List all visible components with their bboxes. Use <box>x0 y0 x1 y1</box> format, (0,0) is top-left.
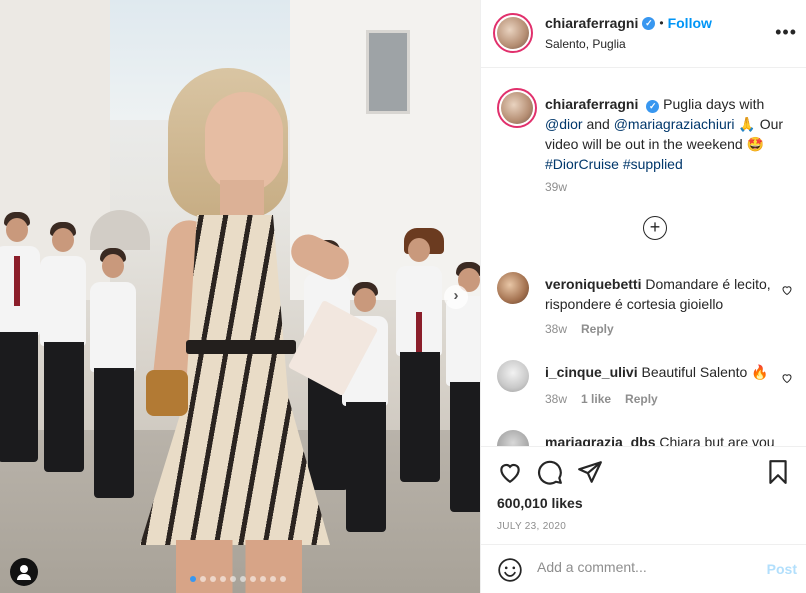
post-photo[interactable]: › <box>0 0 480 593</box>
tagged-users-icon[interactable] <box>10 558 38 586</box>
post-side-panel: chiaraferragni ✓ • Follow Salento, Pugli… <box>480 0 806 593</box>
carousel-dot[interactable] <box>280 576 286 582</box>
mention-link[interactable]: @mariagraziachiuri <box>614 116 735 132</box>
mention-link[interactable]: @dior <box>545 116 583 132</box>
comment-likes[interactable]: 1 like <box>581 392 611 406</box>
reply-button[interactable]: Reply <box>625 392 658 406</box>
caption-avatar[interactable] <box>497 88 537 128</box>
reply-button[interactable]: Reply <box>581 322 614 336</box>
plus-circle-icon[interactable]: + <box>643 216 667 240</box>
caption-timestamp[interactable]: 39w <box>545 180 567 194</box>
carousel-dot[interactable] <box>260 576 266 582</box>
comment-meta: 38w Reply <box>545 322 614 336</box>
woman-neck <box>220 180 264 220</box>
instagram-post: › chiaraferragni ✓ • Follow Salento, Pug… <box>0 0 806 593</box>
header-separator: • <box>659 16 664 30</box>
more-options-icon[interactable]: ••• <box>775 22 797 43</box>
share-icon[interactable] <box>577 459 603 485</box>
comment-heart-icon[interactable] <box>781 372 793 384</box>
carousel-dot[interactable] <box>270 576 276 582</box>
woman-legs <box>176 540 302 593</box>
carousel-dot[interactable] <box>200 576 206 582</box>
caption-text: chiaraferragni ✓ Puglia days with @dior … <box>545 94 795 174</box>
comment-content: Beautiful Salento 🔥 <box>641 364 769 380</box>
commenter-avatar[interactable] <box>497 430 529 446</box>
dress-belt <box>186 340 296 354</box>
carousel-dot[interactable] <box>230 576 236 582</box>
comment-heart-icon[interactable] <box>781 284 793 296</box>
woman-face <box>205 92 283 192</box>
post-header: chiaraferragni ✓ • Follow Salento, Pugli… <box>481 0 806 68</box>
post-comment-button[interactable]: Post <box>767 561 797 577</box>
carousel-dot[interactable] <box>220 576 226 582</box>
verified-badge-icon: ✓ <box>646 100 660 113</box>
add-comment-bar: Post <box>481 544 806 593</box>
post-location[interactable]: Salento, Puglia <box>545 37 626 51</box>
post-date[interactable]: JULY 23, 2020 <box>497 521 566 532</box>
photo-window <box>366 30 410 114</box>
comment-icon[interactable] <box>537 459 563 485</box>
commenter-avatar[interactable] <box>497 272 529 304</box>
commenter-avatar[interactable] <box>497 360 529 392</box>
author-avatar[interactable] <box>493 13 533 53</box>
comment-content: Chiara but are you <box>659 434 775 446</box>
hashtag-link[interactable]: #DiorCruise <box>545 156 619 172</box>
author-username[interactable]: chiaraferragni <box>545 15 638 31</box>
comment-text: mariagrazia_dbs Chiara but are you <box>545 432 775 446</box>
comment-time[interactable]: 38w <box>545 392 567 406</box>
commenter-username[interactable]: veroniquebetti <box>545 276 641 292</box>
caption-fragment: Puglia days with <box>663 96 765 112</box>
heart-icon[interactable] <box>497 459 523 485</box>
carousel-dot[interactable] <box>240 576 246 582</box>
commenter-username[interactable]: mariagrazia_dbs <box>545 434 656 446</box>
post-actions: 600,010 likes JULY 23, 2020 Post <box>481 446 806 593</box>
carousel-dots <box>190 576 286 582</box>
carousel-dot[interactable] <box>210 576 216 582</box>
carousel-dot[interactable] <box>190 576 196 582</box>
comment-time[interactable]: 38w <box>545 322 567 336</box>
emoji-icon[interactable] <box>497 557 523 583</box>
verified-badge-icon: ✓ <box>642 16 656 30</box>
carousel-dot[interactable] <box>250 576 256 582</box>
commenter-username[interactable]: i_cinque_ulivi <box>545 364 638 380</box>
comment-text: i_cinque_ulivi Beautiful Salento 🔥 <box>545 362 775 382</box>
hashtag-link[interactable]: #supplied <box>623 156 683 172</box>
comment-input[interactable] <box>537 559 737 575</box>
carousel-next-button[interactable]: › <box>444 285 468 309</box>
likes-count[interactable]: 600,010 likes <box>497 495 583 511</box>
follow-button[interactable]: Follow <box>668 15 712 31</box>
comment-text: veroniquebetti Domandare é lecito, rispo… <box>545 274 775 314</box>
saddle-bag <box>146 370 188 416</box>
caption-username[interactable]: chiaraferragni <box>545 96 638 112</box>
bookmark-icon[interactable] <box>765 459 791 485</box>
caption-fragment: and <box>582 116 614 132</box>
comment-item: mariagrazia_dbs Chiara but are you <box>497 430 797 446</box>
comment-meta: 38w 1 like Reply <box>545 392 658 406</box>
